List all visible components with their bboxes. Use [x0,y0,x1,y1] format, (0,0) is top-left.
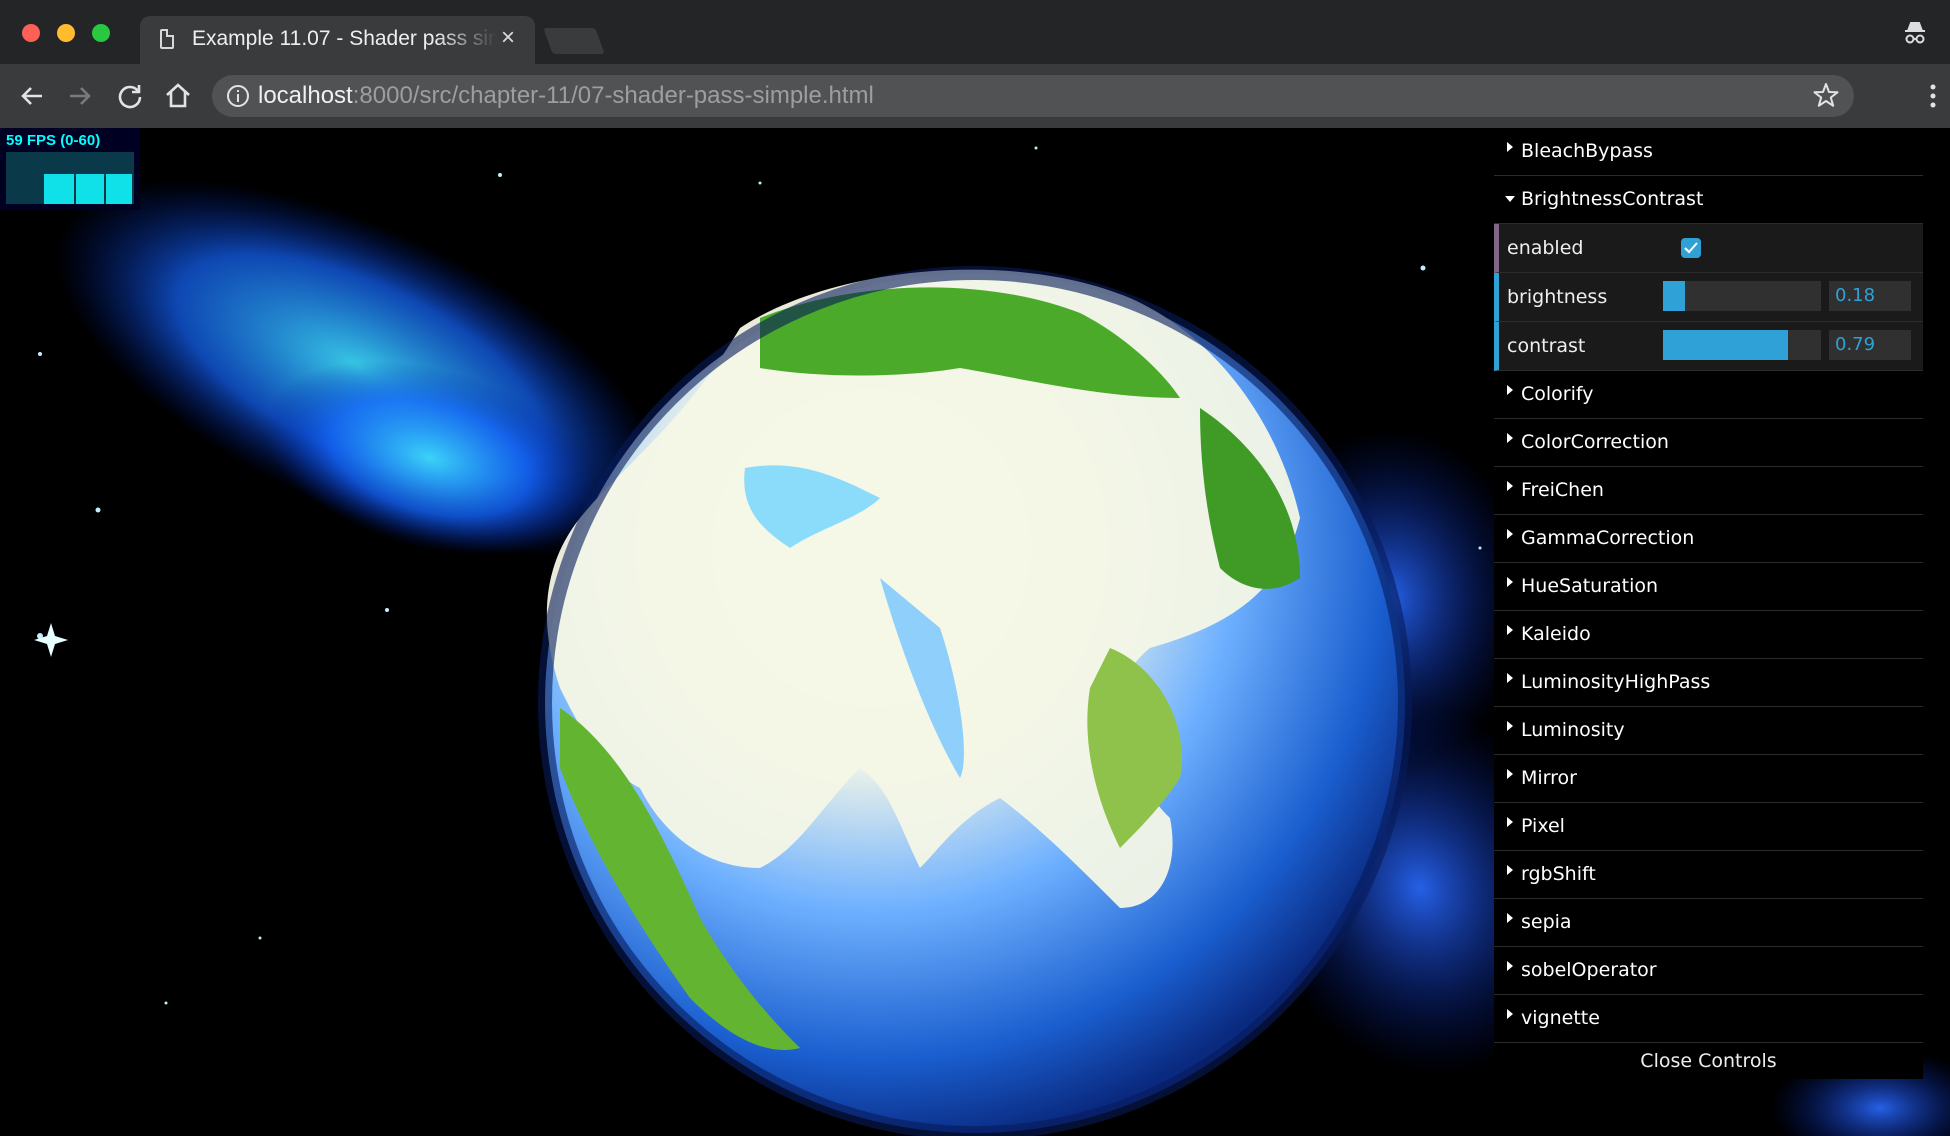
reload-icon [118,85,142,109]
maximize-window-button[interactable] [92,24,110,42]
caret-right-icon [1507,817,1513,827]
folder-label: BrightnessContrast [1521,188,1704,210]
folder-label: HueSaturation [1521,575,1659,597]
menu-dots-icon[interactable] [1930,84,1936,108]
folder-freichen[interactable]: FreiChen [1494,467,1923,515]
reload-button[interactable] [114,80,146,112]
folder-luminosityhighpass[interactable]: LuminosityHighPass [1494,659,1923,707]
folder-kaleido[interactable]: Kaleido [1494,611,1923,659]
folder-label: Kaleido [1521,623,1591,645]
url-host: localhost [258,82,353,109]
folder-colorcorrection[interactable]: ColorCorrection [1494,419,1923,467]
caret-right-icon [1507,529,1513,539]
folder-label: ColorCorrection [1521,431,1669,453]
contrast-row: contrast 0.79 [1494,322,1923,371]
caret-right-icon [1507,385,1513,395]
brightness-slider[interactable] [1663,281,1821,311]
controls-panel: BleachBypass BrightnessContrast enabled … [1494,128,1923,1079]
folder-label: Luminosity [1521,719,1625,741]
home-icon [166,83,190,108]
tab-title: Example 11.07 - Shader pass simple [192,27,497,50]
folder-rgbshift[interactable]: rgbShift [1494,851,1923,899]
caret-down-icon [1505,196,1515,202]
folder-label: FreiChen [1521,479,1604,501]
fps-readout: 59 FPS (0-60) [6,132,101,149]
folder-gammacorrection[interactable]: GammaCorrection [1494,515,1923,563]
webgl-viewport[interactable]: 59 FPS (0-60) BleachBypass BrightnessCon… [0,128,1950,1136]
brightness-value-input[interactable]: 0.18 [1829,281,1911,311]
tab-close-icon[interactable]: × [501,25,515,51]
url-path: :8000/src/chapter-11/07-shader-pass-simp… [352,82,874,109]
incognito-icon [1905,22,1925,44]
close-window-button[interactable] [22,24,40,42]
checkmark-icon [1684,242,1698,254]
url-text: localhost:8000/src/chapter-11/07-shader-… [258,83,874,109]
folder-label: vignette [1521,1007,1600,1029]
caret-right-icon [1507,142,1513,152]
browser-toolbar: localhost:8000/src/chapter-11/07-shader-… [0,64,1950,128]
folders-after: Colorify ColorCorrection FreiChen GammaCorr… [1494,371,1923,1043]
address-bar[interactable]: localhost:8000/src/chapter-11/07-shader-… [212,75,1854,117]
caret-right-icon [1507,913,1513,923]
arrow-left-icon [21,87,42,105]
document-icon [160,29,174,49]
enabled-checkbox[interactable] [1681,238,1701,258]
caret-right-icon [1507,769,1513,779]
title-bar: Example 11.07 - Shader pass simple × [0,0,1950,64]
brightness-row: brightness 0.18 [1494,273,1923,322]
caret-right-icon [1507,721,1513,731]
close-controls-button[interactable]: Close Controls [1494,1043,1923,1079]
folder-mirror[interactable]: Mirror [1494,755,1923,803]
folder-label: sobelOperator [1521,959,1657,981]
folder-vignette[interactable]: vignette [1494,995,1923,1043]
back-button[interactable] [16,80,48,112]
folder-sobeloperator[interactable]: sobelOperator [1494,947,1923,995]
contrast-slider-fill [1663,330,1788,360]
folder-brightnesscontrast[interactable]: BrightnessContrast [1494,176,1923,224]
folder-label: Mirror [1521,767,1577,789]
fps-bar-chart [44,174,132,204]
folder-label: sepia [1521,911,1572,933]
caret-right-icon [1507,673,1513,683]
enabled-row[interactable]: enabled [1494,224,1923,273]
contrast-slider[interactable] [1663,330,1821,360]
caret-right-icon [1507,625,1513,635]
fps-graph [6,152,134,204]
new-tab-button[interactable] [543,28,605,54]
folder-label: Pixel [1521,815,1565,837]
folder-label: GammaCorrection [1521,527,1695,549]
folder-label: rgbShift [1521,863,1596,885]
forward-button[interactable] [64,80,96,112]
folder-bleachbypass[interactable]: BleachBypass [1494,128,1923,176]
folder-colorify[interactable]: Colorify [1494,371,1923,419]
caret-right-icon [1507,961,1513,971]
caret-right-icon [1507,481,1513,491]
caret-right-icon [1507,577,1513,587]
enabled-label: enabled [1507,237,1584,259]
fps-stats-panel[interactable]: 59 FPS (0-60) [0,128,140,210]
contrast-label: contrast [1507,335,1586,357]
folder-pixel[interactable]: Pixel [1494,803,1923,851]
folder-huesaturation[interactable]: HueSaturation [1494,563,1923,611]
caret-right-icon [1507,1009,1513,1019]
folders-before: BleachBypass [1494,128,1923,176]
minimize-window-button[interactable] [57,24,75,42]
folder-sepia[interactable]: sepia [1494,899,1923,947]
folder-luminosity[interactable]: Luminosity [1494,707,1923,755]
contrast-value-input[interactable]: 0.79 [1829,330,1911,360]
arrow-right-icon [70,87,91,105]
caret-right-icon [1507,865,1513,875]
bookmark-star-icon[interactable] [1812,81,1840,109]
folder-label: Colorify [1521,383,1594,405]
folder-label: BleachBypass [1521,140,1653,162]
brightness-slider-fill [1663,281,1686,311]
brightness-label: brightness [1507,286,1608,308]
caret-right-icon [1507,433,1513,443]
info-icon[interactable] [226,84,250,108]
home-button[interactable] [162,80,194,112]
folder-label: LuminosityHighPass [1521,671,1711,693]
browser-tab-active[interactable]: Example 11.07 - Shader pass simple × [140,16,535,64]
